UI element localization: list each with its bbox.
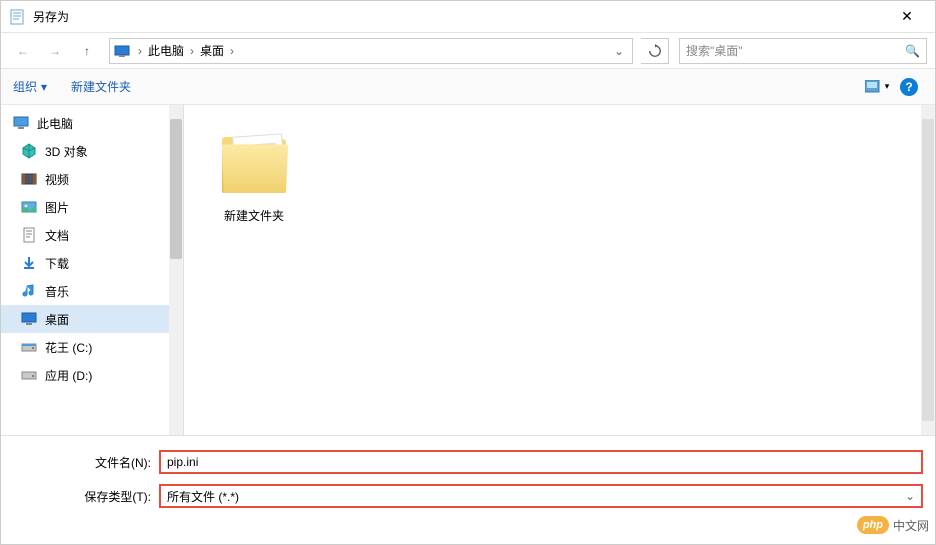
sidebar-item-label: 视频 bbox=[45, 171, 69, 188]
sidebar-root-pc[interactable]: 此电脑 bbox=[1, 109, 183, 137]
3d-icon bbox=[21, 143, 37, 159]
sidebar-scrollbar[interactable] bbox=[169, 105, 183, 435]
sidebar: 此电脑 3D 对象 视频 图片 文档 下载 音乐 桌面 bbox=[1, 105, 183, 435]
documents-icon bbox=[21, 227, 37, 243]
filetype-label: 保存类型(T): bbox=[13, 488, 159, 505]
back-button[interactable]: ← bbox=[9, 37, 37, 65]
sidebar-item-music[interactable]: 音乐 bbox=[1, 277, 183, 305]
pc-icon bbox=[13, 115, 29, 131]
scrollbar-thumb[interactable] bbox=[922, 119, 934, 421]
folder-item[interactable]: 新建文件夹 bbox=[204, 121, 304, 224]
main-area: 此电脑 3D 对象 视频 图片 文档 下载 音乐 桌面 bbox=[1, 105, 935, 435]
pc-icon bbox=[114, 43, 130, 59]
forward-button[interactable]: → bbox=[41, 37, 69, 65]
scrollbar-thumb[interactable] bbox=[170, 119, 182, 259]
sidebar-item-label: 下载 bbox=[45, 255, 69, 272]
save-form: 文件名(N): pip.ini 保存类型(T): 所有文件 (*.*) ⌄ bbox=[1, 435, 935, 526]
titlebar: 另存为 ✕ bbox=[1, 1, 935, 33]
up-button[interactable]: ↑ bbox=[73, 37, 101, 65]
search-placeholder: 搜索"桌面" bbox=[686, 42, 905, 59]
sidebar-item-documents[interactable]: 文档 bbox=[1, 221, 183, 249]
view-icon bbox=[865, 80, 883, 94]
file-list[interactable]: 新建文件夹 bbox=[184, 105, 935, 435]
folder-icon bbox=[214, 121, 294, 201]
sidebar-item-label: 桌面 bbox=[45, 311, 69, 328]
view-button[interactable]: ▾ bbox=[863, 75, 891, 99]
refresh-icon bbox=[648, 44, 662, 58]
pictures-icon bbox=[21, 199, 37, 215]
breadcrumb-root[interactable]: 此电脑 bbox=[144, 42, 188, 59]
sidebar-item-label: 文档 bbox=[45, 227, 69, 244]
navbar: ← → ↑ › 此电脑 › 桌面 › ⌄ 搜索"桌面" 🔍 bbox=[1, 33, 935, 69]
sidebar-item-3d[interactable]: 3D 对象 bbox=[1, 137, 183, 165]
breadcrumb-separator: › bbox=[188, 44, 196, 58]
downloads-icon bbox=[21, 255, 37, 271]
close-button[interactable]: ✕ bbox=[887, 8, 927, 25]
sidebar-item-desktop[interactable]: 桌面 bbox=[1, 305, 183, 333]
sidebar-item-label: 3D 对象 bbox=[45, 143, 88, 160]
breadcrumb-separator: › bbox=[228, 44, 236, 58]
search-icon: 🔍 bbox=[905, 44, 920, 58]
drive-icon bbox=[21, 367, 37, 383]
watermark-badge: php bbox=[857, 516, 889, 534]
address-dropdown[interactable]: ⌄ bbox=[610, 44, 628, 58]
organize-button[interactable]: 组织 ▾ bbox=[13, 78, 47, 95]
video-icon bbox=[21, 171, 37, 187]
music-icon bbox=[21, 283, 37, 299]
help-icon: ? bbox=[900, 78, 918, 96]
help-button[interactable]: ? bbox=[895, 75, 923, 99]
filetype-combo[interactable]: 所有文件 (*.*) ⌄ bbox=[159, 484, 923, 508]
toolbar: 组织 ▾ 新建文件夹 ▾ ? bbox=[1, 69, 935, 105]
sidebar-item-label: 音乐 bbox=[45, 283, 69, 300]
filename-input[interactable]: pip.ini bbox=[159, 450, 923, 474]
sidebar-item-label: 图片 bbox=[45, 199, 69, 216]
chevron-down-icon: ▾ bbox=[885, 81, 890, 92]
breadcrumb-current[interactable]: 桌面 bbox=[196, 42, 228, 59]
folder-name: 新建文件夹 bbox=[204, 207, 304, 224]
chevron-down-icon: ▾ bbox=[41, 80, 47, 94]
sidebar-item-label: 花王 (C:) bbox=[45, 339, 92, 356]
drive-icon bbox=[21, 339, 37, 355]
chevron-down-icon: ⌄ bbox=[905, 489, 915, 503]
address-bar[interactable]: › 此电脑 › 桌面 › ⌄ bbox=[109, 38, 633, 64]
window-title: 另存为 bbox=[33, 8, 887, 25]
sidebar-item-downloads[interactable]: 下载 bbox=[1, 249, 183, 277]
watermark: php 中文网 bbox=[857, 516, 929, 534]
sidebar-item-videos[interactable]: 视频 bbox=[1, 165, 183, 193]
sidebar-item-drive-d[interactable]: 应用 (D:) bbox=[1, 361, 183, 389]
watermark-text: 中文网 bbox=[893, 517, 929, 534]
notepad-icon bbox=[9, 9, 25, 25]
sidebar-item-drive-c[interactable]: 花王 (C:) bbox=[1, 333, 183, 361]
sidebar-item-label: 应用 (D:) bbox=[45, 367, 92, 384]
search-input[interactable]: 搜索"桌面" 🔍 bbox=[679, 38, 927, 64]
sidebar-item-label: 此电脑 bbox=[37, 115, 73, 132]
refresh-button[interactable] bbox=[641, 38, 669, 64]
filename-label: 文件名(N): bbox=[13, 454, 159, 471]
breadcrumb-separator: › bbox=[136, 44, 144, 58]
content-scrollbar[interactable] bbox=[921, 105, 935, 435]
desktop-icon bbox=[21, 311, 37, 327]
new-folder-button[interactable]: 新建文件夹 bbox=[71, 78, 131, 95]
sidebar-item-pictures[interactable]: 图片 bbox=[1, 193, 183, 221]
